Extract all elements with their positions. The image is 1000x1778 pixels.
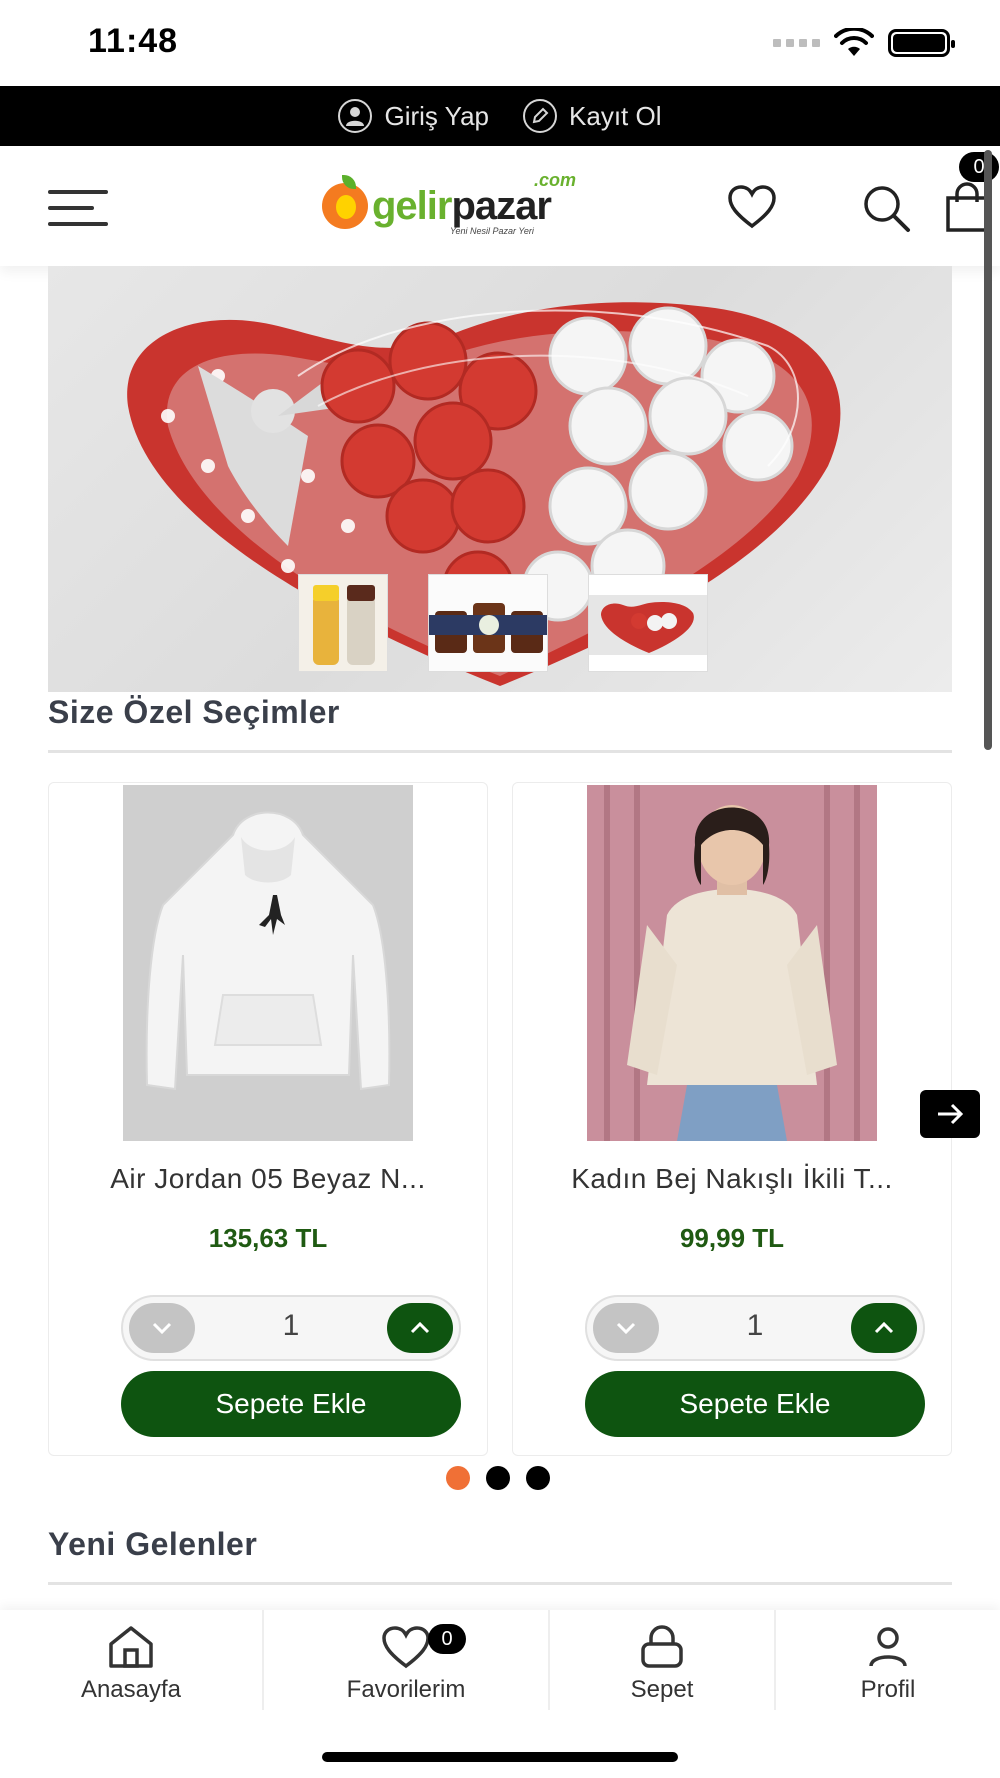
carousel-dot[interactable] (486, 1466, 510, 1490)
cellular-signal-icon (773, 39, 820, 47)
status-bar: 11:48 (0, 0, 1000, 86)
status-indicators (773, 28, 955, 58)
home-icon (109, 1626, 153, 1668)
heart-icon (382, 1626, 430, 1669)
nav-profile[interactable]: Profil (776, 1610, 1000, 1710)
section-divider (48, 1582, 952, 1585)
scrollbar[interactable] (984, 150, 992, 750)
battery-icon (888, 29, 955, 57)
nav-home[interactable]: Anasayfa (0, 1610, 262, 1710)
status-time: 11:48 (88, 22, 179, 60)
site-logo[interactable]: gelirpazar .com Yeni Nesil Pazar Yeri (322, 170, 578, 236)
increase-quantity-button[interactable] (387, 1303, 453, 1353)
nav-profile-label: Profil (860, 1676, 916, 1703)
edit-icon (523, 99, 558, 133)
product-image[interactable] (587, 785, 877, 1141)
hero-thumbnails (298, 574, 708, 672)
carousel-pagination (446, 1466, 550, 1490)
hero-thumbnail[interactable] (588, 574, 708, 672)
product-price: 99,99 TL (679, 1223, 785, 1253)
hero-banner[interactable] (48, 266, 952, 692)
search-icon[interactable] (860, 182, 912, 234)
login-link[interactable]: Giriş Yap (338, 99, 489, 133)
product-card[interactable]: Air Jordan 05 Beyaz N... 135,63 TL 1 Sep… (48, 782, 488, 1456)
carousel-next-button[interactable] (920, 1090, 980, 1138)
nav-cart-label: Sepet (630, 1676, 694, 1703)
hero-thumbnail[interactable] (428, 574, 548, 672)
nav-cart[interactable]: Sepet (550, 1610, 774, 1710)
product-image[interactable] (123, 785, 413, 1141)
logo-fruit-icon (322, 175, 368, 229)
nav-favorites-label: Favorilerim (346, 1676, 466, 1703)
home-indicator (322, 1752, 678, 1762)
chevron-up-icon (410, 1321, 430, 1334)
app-header: gelirpazar .com Yeni Nesil Pazar Yeri (0, 146, 1000, 266)
favorites-count-badge: 0 (428, 1624, 466, 1654)
nav-favorites[interactable]: Favorilerim (264, 1610, 548, 1710)
register-label: Kayıt Ol (569, 100, 662, 131)
section-title-picks: Size Özel Seçimler (48, 694, 340, 730)
carousel-dot-active[interactable] (446, 1466, 470, 1490)
product-price: 135,63 TL (208, 1223, 328, 1253)
chevron-up-icon (874, 1321, 894, 1334)
product-name[interactable]: Air Jordan 05 Beyaz N... (49, 1163, 487, 1195)
carousel-dot[interactable] (526, 1466, 550, 1490)
cart-count-badge: 0 (959, 152, 999, 182)
increase-quantity-button[interactable] (851, 1303, 917, 1353)
heart-icon[interactable] (726, 182, 778, 234)
logo-wordmark: gelirpazar (372, 183, 552, 228)
hero-thumbnail[interactable] (298, 574, 388, 672)
add-to-cart-button[interactable]: Sepete Ekle (121, 1371, 461, 1437)
auth-bar: Giriş Yap Kayıt Ol (0, 86, 1000, 146)
section-divider (48, 750, 952, 753)
arrow-right-icon (938, 1103, 964, 1125)
quantity-stepper: 1 (585, 1295, 925, 1361)
product-card[interactable]: Kadın Bej Nakışlı İkili T... 99,99 TL 1 … (512, 782, 952, 1456)
register-link[interactable]: Kayıt Ol (523, 99, 662, 133)
login-label: Giriş Yap (384, 100, 490, 131)
wifi-icon (834, 28, 874, 56)
quantity-stepper: 1 (121, 1295, 461, 1361)
user-icon (869, 1627, 907, 1667)
menu-icon[interactable] (48, 188, 108, 228)
product-name[interactable]: Kadın Bej Nakışlı İkili T... (513, 1163, 951, 1195)
section-title-new-arrivals: Yeni Gelenler (48, 1526, 258, 1562)
add-to-cart-button[interactable]: Sepete Ekle (585, 1371, 925, 1437)
lock-icon (641, 1625, 683, 1668)
nav-home-label: Anasayfa (80, 1676, 182, 1703)
user-icon (338, 99, 373, 133)
